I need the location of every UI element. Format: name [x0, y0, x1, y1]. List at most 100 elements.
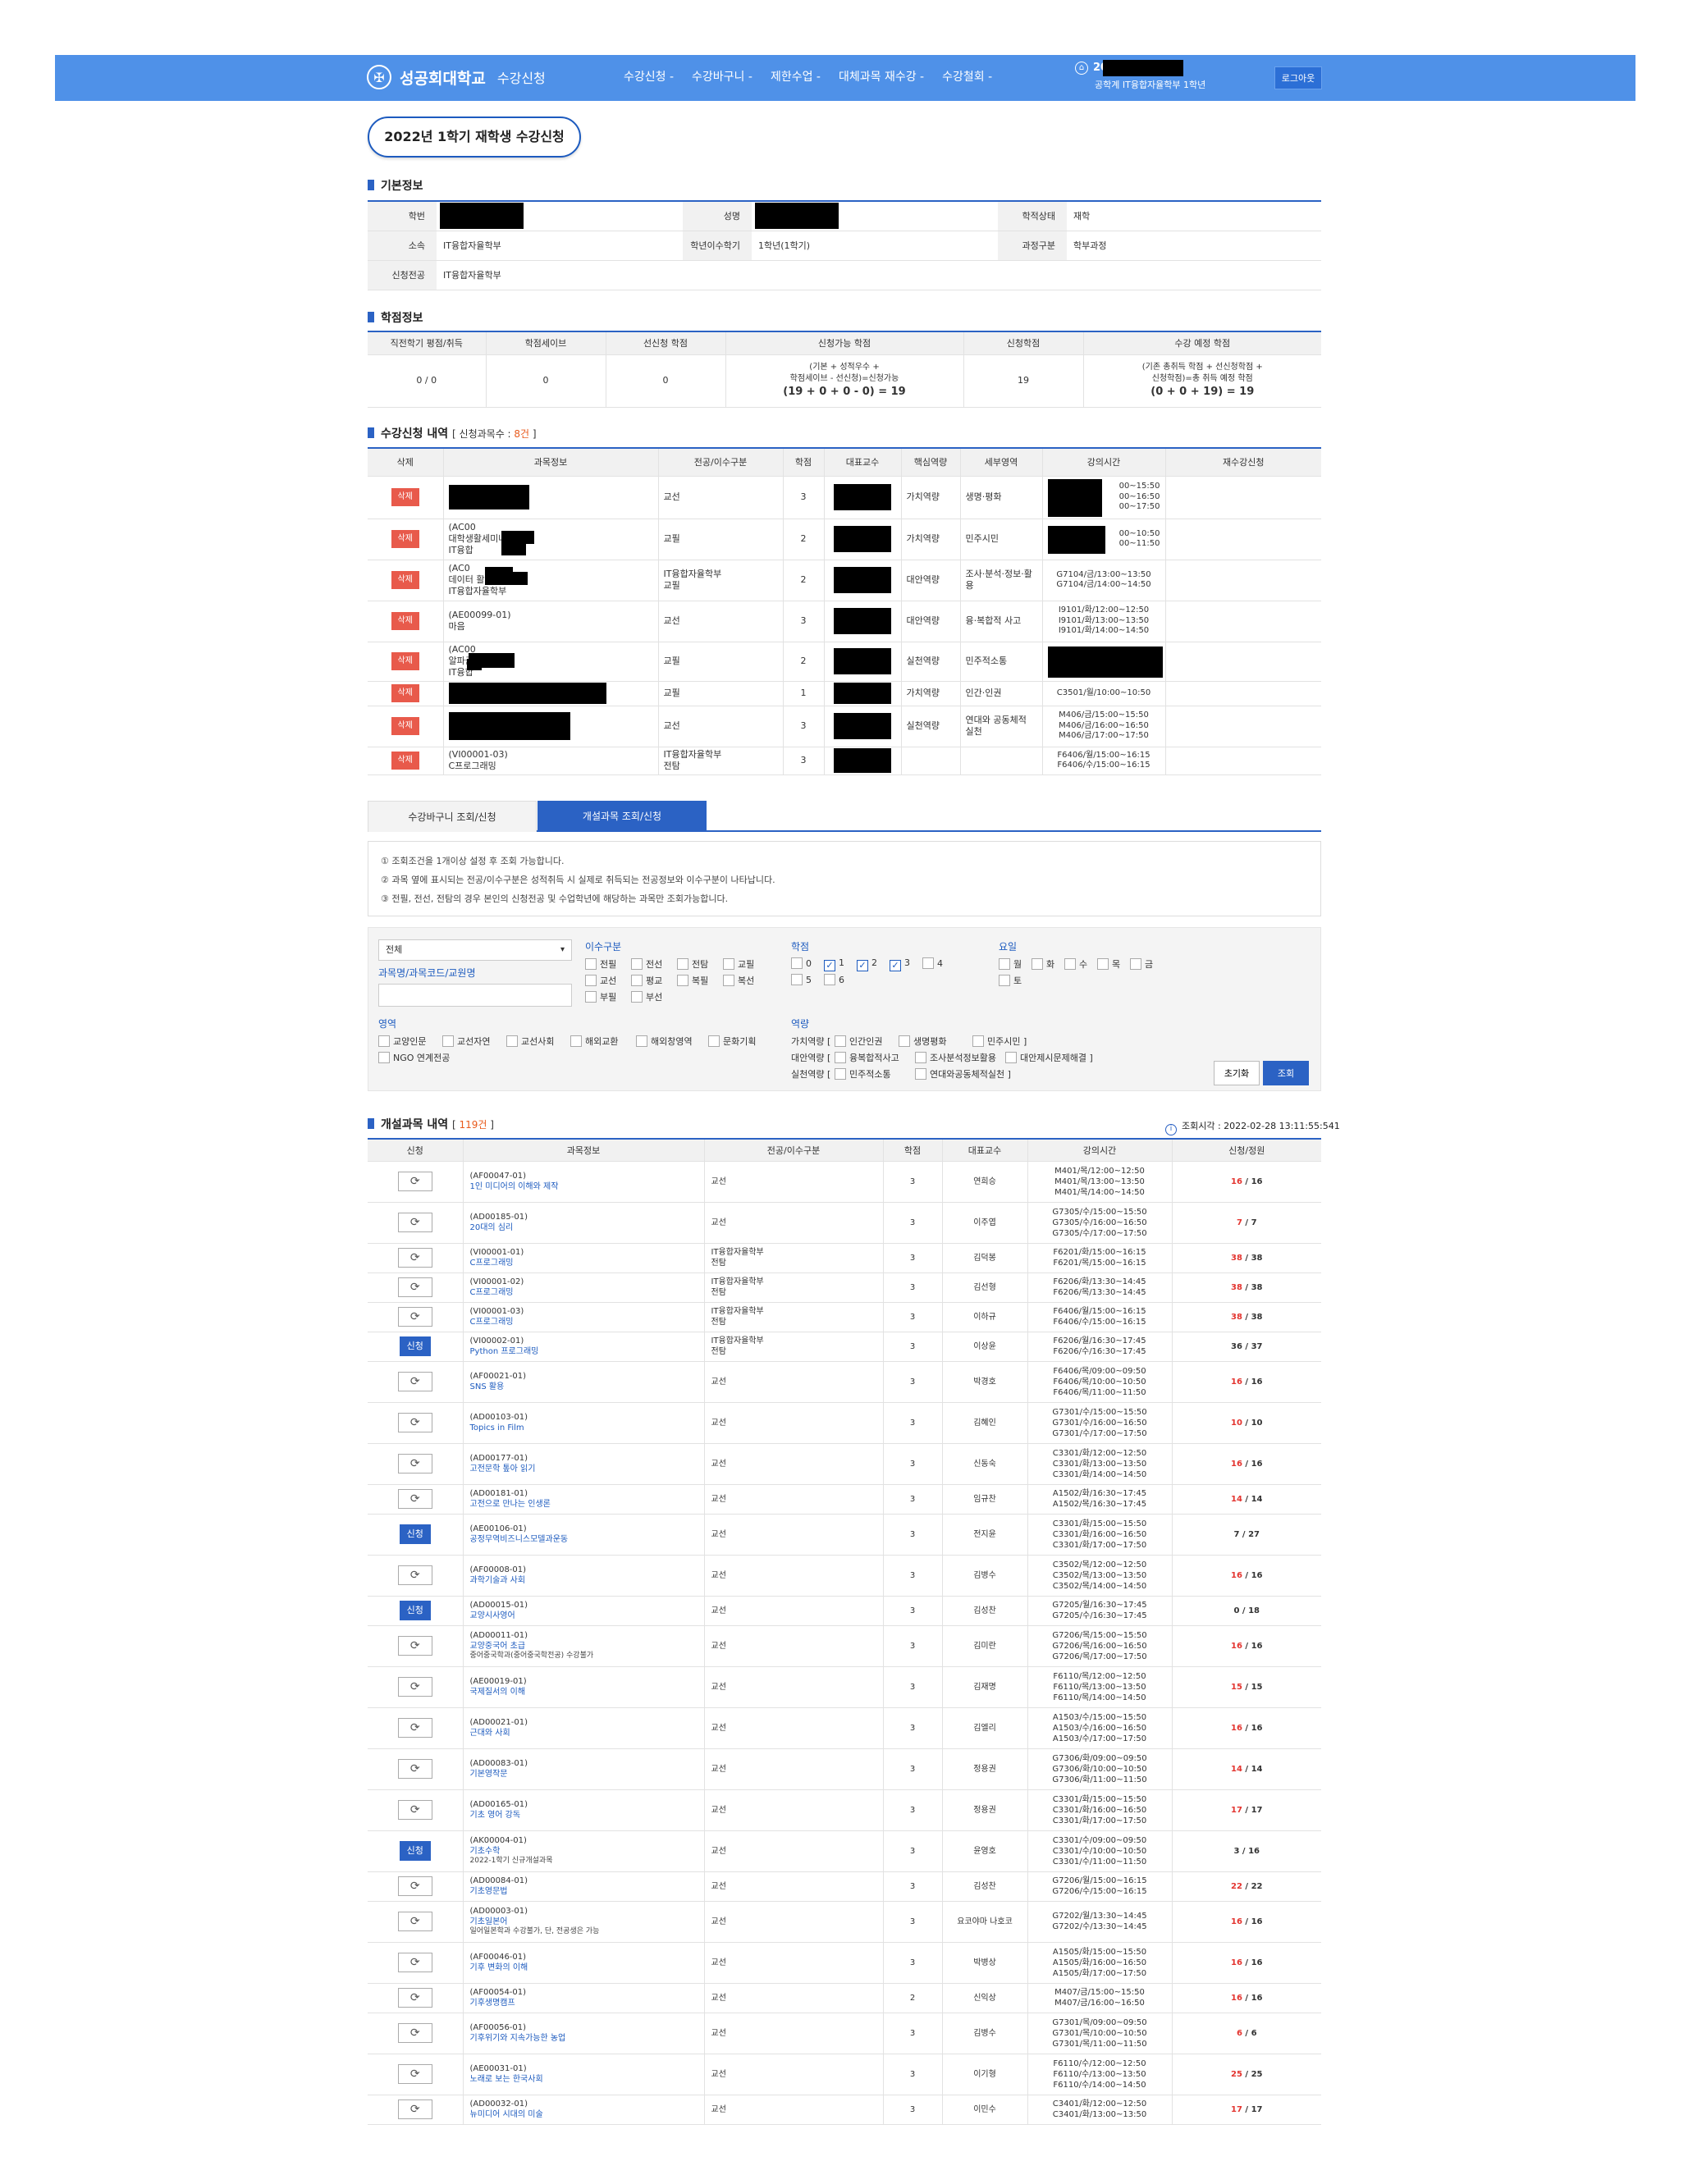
logout-button[interactable]: 로그아웃	[1274, 66, 1322, 89]
refresh-icon[interactable]: ⟳	[397, 1372, 432, 1391]
course-title[interactable]: 뉴미디어 시대의 미술	[470, 2109, 704, 2120]
menu-enrollment[interactable]: 수강신청 -	[624, 68, 674, 85]
course-title[interactable]: C프로그래밍	[470, 1317, 704, 1327]
logo[interactable]: ✠ 성공회대학교 수강신청	[367, 65, 546, 89]
day-checkbox[interactable]: 토	[999, 974, 1022, 987]
competency-checkbox[interactable]: 조사분석정보활용	[915, 1051, 996, 1064]
delete-button[interactable]: 삭제	[391, 530, 419, 548]
delete-button[interactable]: 삭제	[391, 717, 419, 735]
area-checkbox[interactable]: 교선사회	[506, 1035, 554, 1048]
course-title[interactable]: 교양시사영어	[470, 1611, 704, 1621]
course-title[interactable]: Python 프로그래밍	[470, 1346, 704, 1357]
area-checkbox[interactable]: NGO 연계전공	[378, 1051, 450, 1064]
area-checkbox[interactable]: 교양인문	[378, 1035, 426, 1048]
apply-button[interactable]: 신청	[399, 1336, 431, 1356]
day-checkbox[interactable]: 월	[999, 957, 1022, 971]
credit-checkbox[interactable]: ✓ 3	[890, 957, 910, 971]
refresh-icon[interactable]: ⟳	[397, 1718, 432, 1738]
course-title[interactable]: 기초일본어	[470, 1917, 704, 1927]
tab-open-courses[interactable]: 개설과목 조회/신청	[538, 801, 707, 832]
delete-button[interactable]: 삭제	[391, 652, 419, 670]
course-title[interactable]: 근대와 사회	[470, 1728, 704, 1739]
competency-checkbox[interactable]: 대안제시문제해결 ]	[1005, 1051, 1093, 1064]
refresh-icon[interactable]: ⟳	[397, 1213, 432, 1232]
reset-button[interactable]: 초기화	[1214, 1061, 1260, 1085]
type-checkbox[interactable]: 평교	[631, 974, 662, 987]
course-title[interactable]: 기초수학	[470, 1846, 704, 1857]
refresh-icon[interactable]: ⟳	[397, 1759, 432, 1779]
area-checkbox[interactable]: 교선자연	[442, 1035, 490, 1048]
area-checkbox[interactable]: 해외창영역	[636, 1035, 693, 1048]
day-checkbox[interactable]: 목	[1097, 957, 1120, 971]
refresh-icon[interactable]: ⟳	[397, 1800, 432, 1820]
type-checkbox[interactable]: 전선	[631, 957, 662, 971]
menu-restricted[interactable]: 제한수업 -	[771, 68, 821, 85]
day-checkbox[interactable]: 화	[1032, 957, 1054, 971]
course-title[interactable]: C프로그래밍	[470, 1258, 704, 1268]
refresh-icon[interactable]: ⟳	[397, 2064, 432, 2084]
course-title[interactable]: 고전문학 톺아 읽기	[470, 1464, 704, 1474]
type-checkbox[interactable]: 전탐	[677, 957, 708, 971]
delete-button[interactable]: 삭제	[391, 488, 419, 506]
course-title[interactable]: 기후 변화의 이해	[470, 1962, 704, 1973]
credit-checkbox[interactable]: 4	[922, 957, 943, 969]
apply-button[interactable]: 신청	[399, 1524, 431, 1544]
search-scope-select[interactable]: 전체	[378, 939, 572, 961]
refresh-icon[interactable]: ⟳	[397, 1307, 432, 1327]
course-title[interactable]: 기후생명캠프	[470, 1998, 704, 2008]
course-title[interactable]: 교양중국어 초급	[470, 1641, 704, 1652]
credit-checkbox[interactable]: 0	[791, 957, 812, 969]
refresh-icon[interactable]: ⟳	[397, 1912, 432, 1931]
type-checkbox[interactable]: 복선	[723, 974, 754, 987]
refresh-icon[interactable]: ⟳	[397, 1413, 432, 1432]
delete-button[interactable]: 삭제	[391, 752, 419, 770]
tab-basket[interactable]: 수강바구니 조회/신청	[368, 801, 537, 832]
course-title[interactable]: 공정무역비즈니스모델과운동	[470, 1534, 704, 1545]
competency-checkbox[interactable]: 인간인권	[835, 1035, 882, 1048]
competency-checkbox[interactable]: 민주적소통	[835, 1067, 891, 1081]
refresh-icon[interactable]: ⟳	[397, 1248, 432, 1268]
refresh-icon[interactable]: ⟳	[397, 1277, 432, 1297]
day-checkbox[interactable]: 수	[1064, 957, 1087, 971]
course-title[interactable]: 기초 영어 강독	[470, 1810, 704, 1821]
refresh-icon[interactable]: ⟳	[397, 1565, 432, 1585]
area-checkbox[interactable]: 해외교환	[570, 1035, 618, 1048]
refresh-icon[interactable]: ⟳	[397, 1876, 432, 1896]
refresh-icon[interactable]: ⟳	[397, 1953, 432, 1972]
refresh-icon[interactable]: ⟳	[397, 2099, 432, 2119]
competency-checkbox[interactable]: 연대와공동체적실천 ]	[915, 1067, 1011, 1081]
type-checkbox[interactable]: 교선	[585, 974, 616, 987]
credit-checkbox[interactable]: ✓ 2	[857, 957, 877, 971]
course-title[interactable]: 기후위기와 지속가능한 농업	[470, 2033, 704, 2044]
delete-button[interactable]: 삭제	[391, 684, 419, 702]
course-title[interactable]: 고전으로 만나는 인생론	[470, 1499, 704, 1510]
course-title[interactable]: Topics in Film	[470, 1423, 704, 1433]
menu-basket[interactable]: 수강바구니 -	[692, 68, 753, 85]
type-checkbox[interactable]: 전필	[585, 957, 616, 971]
course-title[interactable]: 1인 미디어의 이해와 제작	[470, 1181, 704, 1192]
search-input[interactable]	[378, 984, 572, 1007]
course-title[interactable]: 20대의 심리	[470, 1222, 704, 1233]
delete-button[interactable]: 삭제	[391, 612, 419, 630]
course-title[interactable]: 국제질서의 이해	[470, 1687, 704, 1697]
refresh-icon[interactable]: ⟳	[397, 2023, 432, 2043]
refresh-icon[interactable]: ⟳	[397, 1677, 432, 1697]
type-checkbox[interactable]: 부선	[631, 990, 662, 1003]
refresh-icon[interactable]: ⟳	[397, 1172, 432, 1191]
course-title[interactable]: C프로그래밍	[470, 1287, 704, 1298]
menu-withdraw[interactable]: 수강철회 -	[942, 68, 992, 85]
apply-button[interactable]: 신청	[399, 1601, 431, 1620]
refresh-icon[interactable]: ⟳	[397, 1454, 432, 1474]
competency-checkbox[interactable]: 생명평화	[899, 1035, 946, 1048]
type-checkbox[interactable]: 복필	[677, 974, 708, 987]
credit-checkbox[interactable]: 5	[791, 974, 812, 985]
menu-substitute[interactable]: 대체과목 재수강 -	[839, 68, 924, 85]
area-checkbox[interactable]: 문화기획	[708, 1035, 756, 1048]
credit-checkbox[interactable]: ✓ 1	[824, 957, 844, 971]
apply-button[interactable]: 신청	[399, 1841, 431, 1861]
delete-button[interactable]: 삭제	[391, 571, 419, 589]
course-title[interactable]: SNS 활용	[470, 1382, 704, 1392]
course-title[interactable]: 노래로 보는 한국사회	[470, 2074, 704, 2085]
refresh-icon[interactable]: ⟳	[397, 1636, 432, 1656]
day-checkbox[interactable]: 금	[1130, 957, 1153, 971]
